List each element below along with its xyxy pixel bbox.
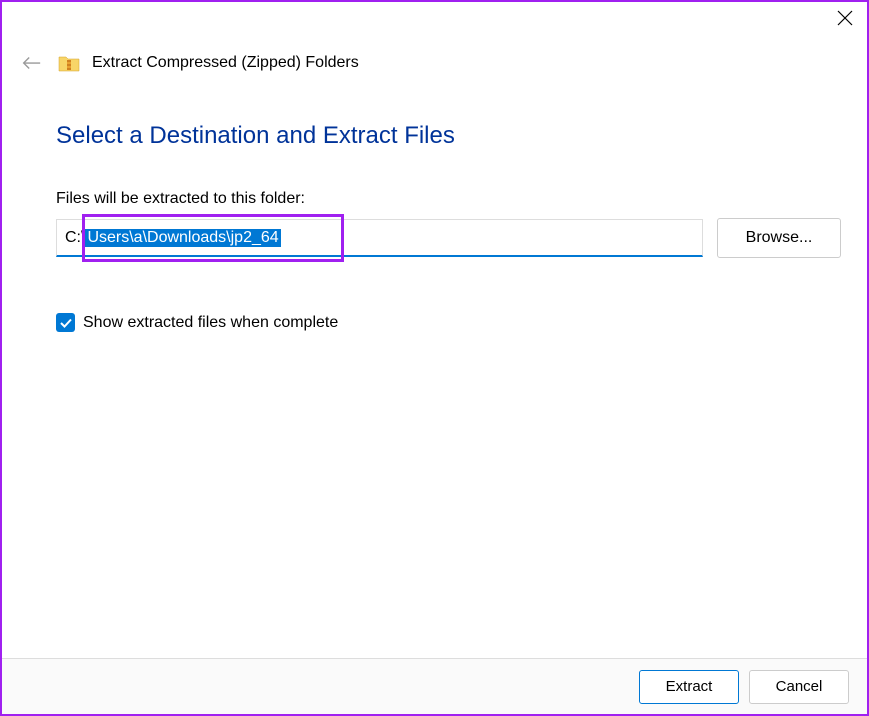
window-title: Extract Compressed (Zipped) Folders: [92, 54, 359, 72]
back-arrow-icon: [20, 54, 42, 72]
close-button[interactable]: [835, 8, 855, 28]
show-files-checkbox-row: Show extracted files when complete: [56, 313, 841, 332]
path-row: C:\Users\a\Downloads\jp2_64 Browse...: [56, 218, 841, 258]
cancel-button[interactable]: Cancel: [749, 670, 849, 704]
header-row: Extract Compressed (Zipped) Folders: [20, 54, 359, 72]
destination-path-input[interactable]: C:\Users\a\Downloads\jp2_64: [56, 219, 703, 257]
show-files-checkbox-label: Show extracted files when complete: [83, 314, 338, 332]
back-button[interactable]: [20, 54, 42, 72]
path-selected-text: Users\a\Downloads\jp2_64: [85, 229, 280, 247]
destination-label: Files will be extracted to this folder:: [56, 190, 841, 208]
close-icon: [837, 10, 853, 26]
checkmark-icon: [59, 316, 73, 330]
extract-button[interactable]: Extract: [639, 670, 739, 704]
zip-folder-icon: [58, 54, 80, 72]
content-area: Select a Destination and Extract Files F…: [56, 122, 841, 332]
path-prefix: C:\: [65, 229, 85, 247]
browse-button[interactable]: Browse...: [717, 218, 841, 258]
show-files-checkbox[interactable]: [56, 313, 75, 332]
main-heading: Select a Destination and Extract Files: [56, 122, 841, 150]
footer-bar: Extract Cancel: [2, 658, 867, 714]
